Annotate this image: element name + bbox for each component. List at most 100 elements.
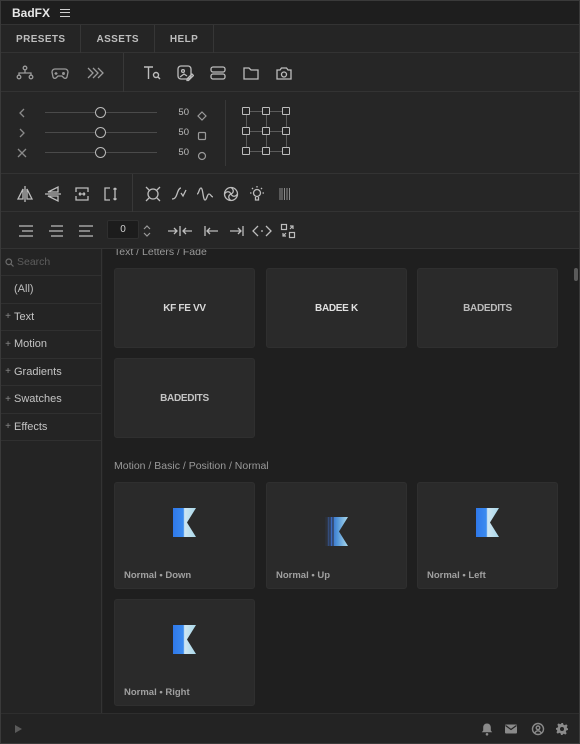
anchor-point[interactable] [242,127,250,135]
text-search-icon[interactable] [141,63,163,83]
anchor-point[interactable] [242,107,250,115]
account-icon[interactable] [530,721,546,737]
preset-browser[interactable]: Text / Letters / Fade KF FE VV BADEE K B… [103,249,579,713]
barcode-icon[interactable] [275,184,295,204]
scrollbar-thumb[interactable] [574,268,578,281]
image-edit-icon[interactable] [174,63,196,83]
preset-card[interactable]: BADEE K [266,268,407,348]
align-right-icon[interactable] [75,221,97,241]
slider-row-3: 50 [15,146,220,161]
bell-icon[interactable] [479,721,495,737]
preset-card[interactable]: BADEDITS [417,268,558,348]
slider-knob[interactable] [95,127,106,138]
preset-card[interactable]: BADEDITS [114,358,255,438]
folder-icon[interactable] [240,63,262,83]
panel-divider [225,100,226,166]
category-label: Effects [14,420,48,433]
square-icon[interactable] [197,128,207,141]
preset-card[interactable]: Normal • Left [417,482,558,589]
search-icon [5,257,14,267]
effects-toolbar [1,174,579,212]
align-to-left-icon[interactable] [201,221,221,241]
expand-plus-icon: + [5,338,11,350]
mail-icon[interactable] [503,721,519,737]
code-brackets-icon[interactable] [251,221,273,241]
toolbar-divider [132,174,133,212]
camera-icon[interactable] [273,63,295,83]
layers-stack-icon[interactable] [207,63,229,83]
category-effects[interactable]: + Effects [1,414,101,441]
category-all[interactable]: (All) [1,276,101,304]
preset-preview-text: BADEE K [315,303,358,314]
swap-icon[interactable] [278,221,298,241]
anchor-point[interactable] [262,107,270,115]
flip-vertical-icon[interactable] [43,184,63,204]
tab-assets[interactable]: ASSETS [81,25,155,53]
bulb-icon[interactable] [247,184,267,204]
preset-card[interactable]: Normal • Down [114,482,255,589]
category-swatches[interactable]: + Swatches [1,386,101,414]
anchor-point[interactable] [282,107,290,115]
category-label: Text [14,310,35,323]
preset-card[interactable]: KF FE VV [114,268,255,348]
expand-icon[interactable] [143,184,163,204]
expand-plus-icon: + [5,393,11,405]
toolbar-divider [123,53,124,92]
spiral-icon[interactable] [221,184,241,204]
category-motion[interactable]: + Motion [1,331,101,359]
anchor-point[interactable] [242,147,250,155]
spacing-input[interactable]: 0 [107,220,139,239]
category-text[interactable]: + Text [1,304,101,331]
settings-icon[interactable] [554,721,570,737]
circle-icon[interactable] [197,148,207,161]
expand-plus-icon: + [5,311,11,323]
main-toolbar [1,53,579,92]
align-center-icon[interactable] [45,221,67,241]
slider-knob[interactable] [95,107,106,118]
tab-presets[interactable]: PRESETS [1,25,82,53]
k-logo-icon [325,517,348,546]
search-box[interactable]: Search [1,249,101,276]
anchor-point[interactable] [262,147,270,155]
slider-row-2: 50 [15,126,220,141]
k-logo-icon [173,625,196,654]
transform-panel: 50 50 50 [1,92,579,174]
hamburger-icon[interactable] [60,8,71,17]
slider-knob[interactable] [95,147,106,158]
section-title: Text / Letters / Fade [114,249,207,258]
node-graph-icon[interactable] [15,63,35,83]
preset-caption: Normal • Right [124,687,190,698]
slider-value: 50 [178,127,189,138]
preset-caption: Normal • Down [124,570,192,581]
anchor-grid[interactable] [242,107,294,159]
chevrons-icon[interactable] [84,63,106,83]
gamepad-icon[interactable] [49,63,71,83]
preset-caption: Normal • Up [276,570,330,581]
tab-bar: PRESETS ASSETS HELP [1,25,579,53]
align-left-icon[interactable] [15,221,37,241]
preset-card[interactable]: Normal • Up [266,482,407,589]
anchor-point[interactable] [262,127,270,135]
anchor-point[interactable] [282,147,290,155]
align-toolbar: 0 [1,212,579,249]
preset-preview-text: KF FE VV [163,303,206,314]
category-label: Gradients [14,365,62,378]
category-gradients[interactable]: + Gradients [1,359,101,386]
tab-help[interactable]: HELP [155,25,215,53]
preset-card[interactable]: Normal • Right [114,599,255,706]
category-label: Swatches [14,393,62,406]
stepper-icon[interactable] [141,221,153,241]
slider-row-1: 50 [15,106,220,121]
fit-width-icon[interactable] [71,184,93,204]
fit-height-icon[interactable] [100,184,122,204]
wave-icon[interactable] [195,184,215,204]
anchor-point[interactable] [282,127,290,135]
play-icon[interactable] [11,722,25,736]
expand-plus-icon: + [5,366,11,378]
section-title: Motion / Basic / Position / Normal [114,460,269,472]
collapse-horizontal-icon[interactable] [166,221,194,241]
curve-check-icon[interactable] [169,184,189,204]
flip-horizontal-icon[interactable] [15,184,35,204]
diamond-icon[interactable] [197,108,207,121]
align-to-right-icon[interactable] [227,221,247,241]
